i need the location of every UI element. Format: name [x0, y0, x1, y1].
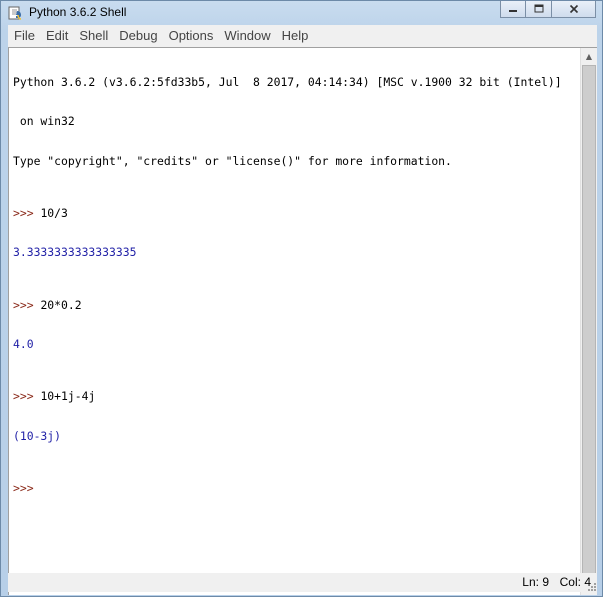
menu-bar: File Edit Shell Debug Options Window Hel…: [8, 25, 597, 46]
status-bar: Ln: 9 Col: 4: [8, 573, 597, 592]
shell-input: 10/3: [40, 206, 68, 221]
idle-shell-window: Python 3.6.2 Shell File Edit Shell Debug…: [0, 0, 603, 597]
shell-input-line: >>> 20*0.2: [13, 297, 579, 312]
menu-window[interactable]: Window: [218, 25, 275, 46]
menu-options[interactable]: Options: [163, 25, 219, 46]
shell-input: 10+1j-4j: [40, 389, 96, 404]
shell-editor[interactable]: Python 3.6.2 (v3.6.2:5fd33b5, Jul 8 2017…: [8, 47, 597, 595]
shell-output: (10-3j): [13, 428, 62, 443]
python-idle-icon: [8, 6, 22, 20]
scroll-up-arrow-icon[interactable]: ▲: [581, 48, 597, 64]
shell-current-line[interactable]: >>>: [13, 482, 579, 495]
shell-prompt: >>>: [13, 206, 41, 221]
window-client: File Edit Shell Debug Options Window Hel…: [8, 25, 597, 595]
shell-input-line: >>> 10/3: [13, 207, 579, 220]
shell-input-line: >>> 10+1j-4j: [13, 390, 579, 403]
vertical-scrollbar[interactable]: ▲ ▼: [580, 48, 597, 595]
menu-help[interactable]: Help: [276, 25, 314, 46]
scroll-thumb[interactable]: [582, 65, 596, 575]
banner-line: on win32: [13, 114, 75, 129]
menu-edit[interactable]: Edit: [40, 25, 73, 46]
window-title: Python 3.6.2 Shell: [29, 5, 127, 19]
close-button[interactable]: [552, 1, 596, 18]
shell-prompt: >>>: [13, 481, 34, 496]
maximize-button[interactable]: [526, 1, 552, 18]
close-icon: [569, 4, 578, 14]
minimize-icon: [509, 10, 517, 12]
status-line-number: Ln: 9: [522, 575, 549, 589]
shell-input: 20*0.2: [40, 297, 82, 312]
menu-debug[interactable]: Debug: [113, 25, 162, 46]
shell-prompt: >>>: [13, 297, 41, 312]
shell-output: 3.3333333333333335: [13, 245, 137, 260]
shell-text-area[interactable]: Python 3.6.2 (v3.6.2:5fd33b5, Jul 8 2017…: [13, 50, 579, 592]
banner-line: Type "copyright", "credits" or "license(…: [13, 153, 452, 168]
maximize-icon: [534, 4, 543, 13]
menu-shell[interactable]: Shell: [73, 25, 113, 46]
title-bar[interactable]: Python 3.6.2 Shell: [1, 1, 602, 25]
caption-buttons: [500, 1, 596, 19]
banner-line: Python 3.6.2 (v3.6.2:5fd33b5, Jul 8 2017…: [13, 75, 562, 90]
shell-output: 4.0: [13, 337, 34, 352]
shell-prompt: >>>: [13, 389, 41, 404]
resize-grip-icon[interactable]: [585, 580, 597, 592]
minimize-button[interactable]: [500, 1, 526, 18]
menu-file[interactable]: File: [8, 25, 40, 46]
